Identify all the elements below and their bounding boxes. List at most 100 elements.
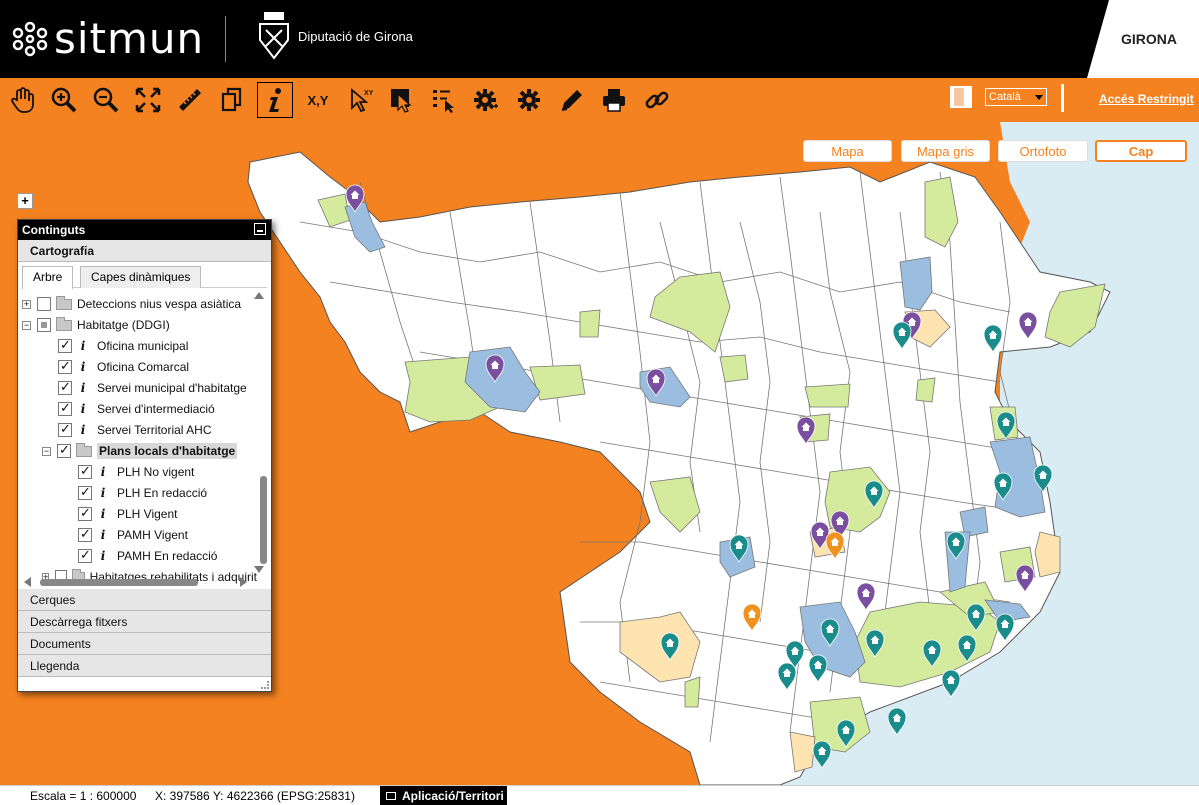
scroll-right-icon[interactable] — [240, 577, 247, 587]
settings-tool[interactable] — [468, 82, 504, 118]
link-tool[interactable] — [639, 82, 675, 118]
layer-checkbox[interactable] — [78, 526, 92, 542]
info-icon[interactable]: i — [77, 339, 89, 353]
chevron-down-icon — [1035, 95, 1043, 100]
pan-tool[interactable] — [4, 82, 40, 118]
scroll-up-icon[interactable] — [254, 292, 264, 299]
info-icon[interactable]: i — [97, 507, 109, 521]
layer-checkbox[interactable] — [58, 358, 72, 374]
section-cerques[interactable]: Cerques — [18, 589, 271, 611]
tree-node[interactable]: i Servei d'intermediació — [58, 399, 215, 419]
layer-checkbox[interactable] — [57, 442, 71, 458]
app-name: sitmun — [54, 14, 205, 63]
section-cartografia[interactable]: Cartografia — [18, 240, 271, 262]
locate-xy-tool[interactable]: XY — [342, 82, 378, 118]
edit-tool[interactable] — [554, 82, 590, 118]
zoom-out-tool[interactable] — [88, 82, 124, 118]
expand-icon[interactable]: + — [22, 299, 31, 309]
scroll-left-icon[interactable] — [24, 577, 31, 587]
restricted-access-link[interactable]: Accés Restringit — [1099, 92, 1194, 106]
xy-tool[interactable]: X,Y — [300, 82, 336, 118]
sitmun-logo[interactable]: sitmun — [12, 14, 204, 64]
app-territory-label: Aplicació/Territori — [402, 789, 504, 803]
zoom-in-tool[interactable] — [46, 82, 82, 118]
info-icon[interactable]: i — [77, 381, 89, 395]
advanced-settings-tool[interactable] — [511, 82, 547, 118]
tab-capes-dinamiques[interactable]: Capes dinàmiques — [80, 266, 202, 288]
info-icon[interactable]: i — [97, 465, 109, 479]
tree-node-label: PLH Vigent — [117, 507, 178, 521]
tree-node[interactable]: i Oficina municipal — [58, 336, 188, 356]
language-book-icon — [950, 86, 972, 108]
coordinates-readout: X: 397586 Y: 4622366 (EPSG:25831) — [155, 789, 355, 803]
layer-checkbox[interactable] — [37, 297, 51, 311]
layer-checkbox[interactable] — [78, 463, 92, 479]
section-documents[interactable]: Documents — [18, 633, 271, 655]
vertical-scroll-thumb[interactable] — [260, 476, 267, 564]
language-select[interactable]: Català — [985, 88, 1047, 106]
layer-checkbox[interactable] — [78, 484, 92, 500]
copy-tool[interactable] — [214, 82, 250, 118]
link-icon — [645, 91, 669, 109]
language-select-value: Català — [989, 91, 1021, 103]
minimize-icon[interactable] — [254, 223, 266, 235]
layer-checkbox[interactable] — [37, 318, 51, 332]
tree-node[interactable]: i Servei municipal d'habitatge — [58, 378, 247, 398]
select-list-tool[interactable] — [426, 82, 462, 118]
tree-node-label: Oficina Comarcal — [97, 360, 190, 374]
layer-checkbox[interactable] — [58, 337, 72, 353]
tree-node[interactable]: + Deteccions nius vespa asiàtica — [22, 294, 241, 314]
section-llegenda[interactable]: Llegenda — [18, 655, 271, 677]
print-tool[interactable] — [596, 82, 632, 118]
org-logo[interactable]: Diputació de Girona — [256, 10, 413, 62]
full-extent-tool[interactable] — [130, 82, 166, 118]
layer-checkbox[interactable] — [58, 400, 72, 416]
app-territory-button[interactable]: Aplicació/Territori — [380, 786, 507, 805]
panel-title-bar[interactable]: Continguts — [18, 220, 271, 240]
layer-checkbox[interactable] — [58, 421, 72, 437]
gear-plus-icon — [518, 89, 540, 111]
base-layer-mapa-gris-button[interactable]: Mapa gris — [901, 140, 990, 162]
horizontal-scroll-thumb[interactable] — [40, 579, 198, 586]
layer-checkbox[interactable] — [78, 505, 92, 521]
expand-icon — [135, 87, 161, 113]
section-descarrega-fitxers[interactable]: Descàrrega fitxers — [18, 611, 271, 633]
tree-node[interactable]: i PAMH Vigent — [78, 525, 188, 545]
info-icon[interactable]: i — [77, 423, 89, 437]
base-layer-ortofoto-button[interactable]: Ortofoto — [998, 140, 1088, 162]
layer-checkbox[interactable] — [58, 379, 72, 395]
tree-node[interactable]: i PLH En redacció — [78, 483, 207, 503]
tree-node[interactable]: i Oficina Comarcal — [58, 357, 189, 377]
measure-tool[interactable] — [172, 82, 208, 118]
tree-node[interactable]: i PAMH En redacció — [78, 546, 217, 566]
collapse-icon[interactable]: − — [42, 446, 51, 456]
base-layer-cap-button[interactable]: Cap — [1095, 140, 1187, 162]
tree-node[interactable]: − Habitatge (DDGI) — [22, 315, 170, 335]
layer-checkbox[interactable] — [78, 547, 92, 563]
info-icon[interactable]: i — [97, 549, 109, 563]
region-tab[interactable]: GIRONA — [1087, 0, 1199, 78]
tree-node-label: Servei d'intermediació — [97, 402, 215, 416]
zoom-in-icon — [51, 87, 77, 113]
tree-node[interactable]: − Plans locals d'habitatge — [42, 441, 238, 461]
sitmun-logo-icon — [12, 21, 48, 57]
zoom-in-button[interactable]: + — [17, 193, 33, 209]
scroll-down-icon[interactable] — [254, 566, 264, 573]
info-icon[interactable]: i — [97, 528, 109, 542]
folder-icon — [56, 316, 72, 331]
tree-node[interactable]: i PLH Vigent — [78, 504, 178, 524]
tree-node[interactable]: i PLH No vigent — [78, 462, 194, 482]
select-tool[interactable] — [384, 82, 420, 118]
list-select-icon — [433, 90, 454, 113]
base-layer-mapa-button[interactable]: Mapa — [803, 140, 892, 162]
info-icon[interactable]: i — [77, 360, 89, 374]
resize-grip[interactable] — [261, 681, 269, 689]
horizontal-scrollbar[interactable] — [18, 575, 268, 589]
tab-arbre[interactable]: Arbre — [22, 266, 74, 289]
pencil-icon — [561, 90, 582, 111]
tree-node[interactable]: i Servei Territorial AHC — [58, 420, 211, 440]
info-icon[interactable]: i — [77, 402, 89, 416]
info-icon[interactable]: i — [97, 486, 109, 500]
collapse-icon[interactable]: − — [22, 320, 31, 330]
info-tool[interactable] — [257, 82, 293, 118]
